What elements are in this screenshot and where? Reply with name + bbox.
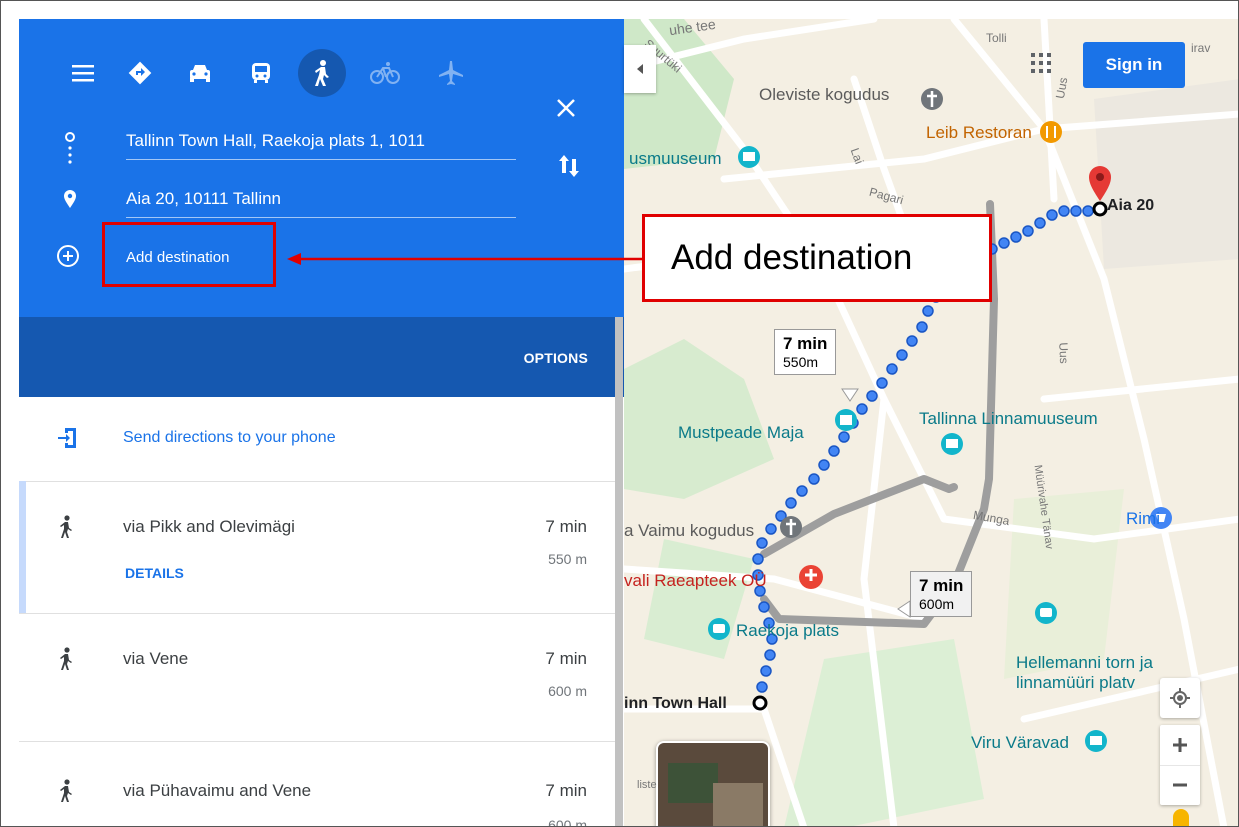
route-option[interactable]: via Pikk and Olevimägi 7 min 550 m DETAI…	[19, 481, 615, 614]
chevron-left-icon	[637, 64, 643, 74]
sign-in-button[interactable]: Sign in	[1083, 42, 1185, 88]
route-title: via Pikk and Olevimägi	[123, 517, 295, 536]
walking-icon	[57, 647, 75, 676]
map-label-leib[interactable]: Leib Restoran	[926, 123, 1032, 143]
directions-panel: Tallinn Town Hall, Raekoja plats 1, 1011…	[19, 19, 624, 827]
apps-grid-icon[interactable]	[1031, 53, 1051, 78]
minus-icon	[1173, 783, 1187, 787]
my-location-button[interactable]	[1160, 678, 1200, 718]
flight-icon[interactable]	[435, 57, 467, 89]
walking-icon	[57, 515, 75, 544]
route-title: via Pühavaimu and Vene	[123, 781, 312, 800]
map-label-rimi[interactable]: Rimi	[1126, 509, 1160, 529]
route-bubble-time: 7 min	[783, 334, 828, 353]
route-bubble-distance: 600m	[919, 596, 955, 612]
map-label-oleviste[interactable]: Oleviste kogudus	[759, 85, 889, 105]
route-option[interactable]: via Vene 7 min 600 m	[19, 613, 615, 742]
map-label-mustpeade[interactable]: Mustpeade Maja	[678, 423, 804, 443]
my-location-icon	[1170, 688, 1190, 708]
map-label-viru[interactable]: Viru Väravad	[971, 733, 1069, 753]
route-details-link[interactable]: DETAILS	[125, 565, 184, 581]
route-option[interactable]: via Pühavaimu and Vene 7 min 600 m	[19, 741, 615, 827]
panel-scrollbar[interactable]	[615, 317, 623, 826]
options-button[interactable]: OPTIONS	[524, 350, 588, 366]
route-time-bubble-alt[interactable]: 7 min 600m	[910, 571, 973, 617]
zoom-out-button[interactable]	[1160, 764, 1200, 806]
zoom-control	[1160, 725, 1200, 805]
pegman-icon[interactable]	[1173, 809, 1189, 826]
highlight-box	[102, 222, 276, 287]
transit-icon[interactable]	[245, 57, 277, 89]
street-label-liste: liste	[637, 779, 657, 791]
route-distance: 550 m	[548, 551, 587, 567]
collapse-panel-button[interactable]	[624, 45, 656, 93]
map-label-museum[interactable]: usmuuseum	[629, 149, 722, 169]
route-title: via Vene	[123, 649, 189, 668]
map-label-aia20[interactable]: Aia 20	[1107, 197, 1154, 215]
map-label-raeapteek[interactable]: vali Raeapteek OÜ	[624, 571, 767, 591]
street-label-irav: irav	[1191, 41, 1211, 55]
selected-route-indicator	[19, 481, 26, 613]
send-to-phone-label: Send directions to your phone	[123, 429, 336, 446]
route-time: 7 min	[545, 781, 587, 800]
map-label-hellemanni[interactable]: Hellemanni torn ja	[1016, 653, 1153, 673]
callout-annotation: Add destination	[642, 214, 992, 302]
satellite-layer-thumbnail[interactable]	[656, 741, 770, 826]
callout-arrow	[287, 253, 642, 265]
add-destination-icon[interactable]	[56, 244, 80, 273]
street-label-tolli: Tolli	[986, 31, 1007, 45]
map-label-town-hall[interactable]: inn Town Hall	[624, 695, 727, 713]
destination-pin-icon	[63, 189, 77, 214]
travel-mode-row	[19, 49, 624, 117]
zoom-in-button[interactable]	[1160, 725, 1200, 765]
map-label-hellemanni-2[interactable]: linnamüüri platv	[1016, 673, 1135, 693]
map-label-linnamuuseum[interactable]: Tallinna Linnamuuseum	[919, 409, 1098, 429]
route-time: 7 min	[545, 649, 587, 668]
route-bubble-distance: 550m	[783, 354, 819, 370]
origin-input[interactable]: Tallinn Town Hall, Raekoja plats 1, 1011	[126, 131, 516, 160]
route-distance: 600 m	[548, 683, 587, 699]
destination-input[interactable]: Aia 20, 10111 Tallinn	[126, 189, 516, 218]
swap-directions-icon[interactable]	[557, 153, 581, 184]
close-directions-icon[interactable]	[555, 97, 583, 125]
left-margin	[1, 1, 19, 826]
menu-icon[interactable]	[67, 57, 99, 89]
plus-icon	[1173, 737, 1187, 752]
car-icon[interactable]	[184, 57, 216, 89]
street-label-uus-2: Uus	[1056, 342, 1072, 364]
bicycle-icon[interactable]	[369, 57, 401, 89]
send-to-phone-row[interactable]: Send directions to your phone	[19, 397, 615, 482]
screenshot-frame: Tallinn Town Hall, Raekoja plats 1, 1011…	[0, 0, 1239, 827]
map-label-raekoja[interactable]: Raekoja plats	[736, 621, 839, 641]
route-distance: 600 m	[548, 817, 587, 827]
send-to-phone-icon	[57, 426, 79, 455]
route-time-bubble[interactable]: 7 min 550m	[774, 329, 837, 375]
route-time: 7 min	[545, 517, 587, 536]
route-bubble-time: 7 min	[919, 576, 964, 595]
map-label-vaimu[interactable]: a Vaimu kogudus	[624, 521, 754, 541]
walking-icon	[57, 779, 75, 808]
walking-mode-icon[interactable]	[298, 49, 346, 97]
origin-marker-icon	[63, 131, 77, 178]
best-travel-mode-icon[interactable]	[124, 57, 156, 89]
